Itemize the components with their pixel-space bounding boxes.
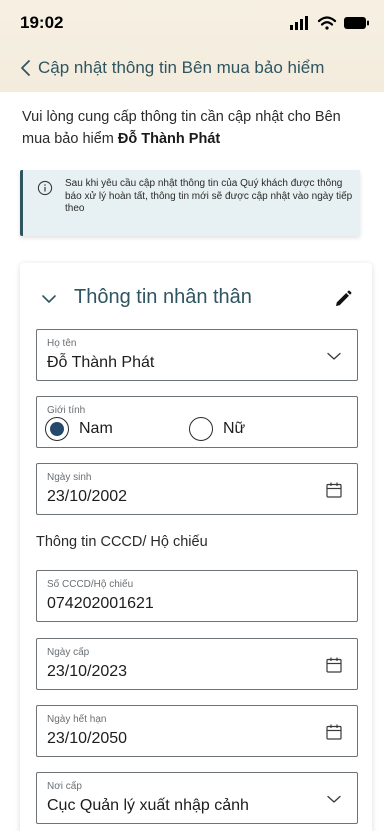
- radio-selected-icon: [45, 417, 69, 441]
- intro-text: Vui lòng cung cấp thông tin cần cập nhật…: [22, 106, 372, 150]
- gender-option-male: Nam: [79, 420, 113, 437]
- content-sheet: Vui lòng cung cấp thông tin cần cập nhật…: [0, 92, 384, 831]
- card-header: Thông tin nhân thân: [20, 283, 372, 315]
- issue-place-label: Nơi cấp: [47, 781, 82, 792]
- issue-place-value: Cục Quản lý xuất nhập cảnh: [47, 797, 249, 814]
- id-section-heading: Thông tin CCCD/ Hộ chiếu: [36, 534, 208, 550]
- notice-text: Sau khi yêu cầu cập nhật thông tin của Q…: [65, 178, 353, 214]
- full-name-label: Họ tên: [47, 338, 77, 349]
- issue-date-field[interactable]: Ngày cấp 23/10/2023: [36, 638, 358, 690]
- notice-box: Sau khi yêu cầu cập nhật thông tin của Q…: [20, 170, 360, 236]
- expiry-date-value: 23/10/2050: [47, 730, 128, 747]
- wifi-icon: [317, 16, 337, 30]
- dob-label: Ngày sinh: [47, 472, 92, 483]
- status-icons: [290, 16, 369, 30]
- gender-field: Giới tính Nam Nữ: [36, 396, 358, 448]
- gender-option-female: Nữ: [223, 420, 246, 437]
- id-number-label: Số CCCD/Hộ chiếu: [47, 579, 134, 590]
- expiry-date-label: Ngày hết hạn: [47, 714, 107, 725]
- expiry-date-field[interactable]: Ngày hết hạn 23/10/2050: [36, 705, 358, 757]
- calendar-icon[interactable]: [325, 481, 343, 499]
- page-title: Cập nhật thông tin Bên mua bảo hiểm: [38, 58, 325, 77]
- section-title: Thông tin nhân thân: [74, 286, 252, 308]
- dob-field[interactable]: Ngày sinh 23/10/2002: [36, 463, 358, 515]
- nav-bar: Cập nhật thông tin Bên mua bảo hiểm: [0, 48, 384, 88]
- full-name-value: Đỗ Thành Phát: [47, 354, 155, 371]
- issue-place-field[interactable]: Nơi cấp Cục Quản lý xuất nhập cảnh: [36, 772, 358, 824]
- issue-date-value: 23/10/2023: [47, 663, 128, 680]
- id-number-field[interactable]: Số CCCD/Hộ chiếu 074202001621: [36, 570, 358, 622]
- customer-name: Đỗ Thành Phát: [117, 131, 221, 147]
- issue-date-label: Ngày cấp: [47, 647, 90, 658]
- status-bar: 19:02: [0, 0, 384, 46]
- status-time: 19:02: [20, 13, 64, 32]
- info-icon: [37, 180, 53, 196]
- gender-radio-group: Nam Nữ: [45, 417, 345, 441]
- radio-unselected-icon: [189, 417, 213, 441]
- pencil-icon[interactable]: [333, 289, 353, 309]
- calendar-icon[interactable]: [325, 656, 343, 674]
- full-name-field[interactable]: Họ tên Đỗ Thành Phát: [36, 329, 358, 381]
- chevron-down-icon: [327, 352, 341, 360]
- chevron-down-icon[interactable]: [40, 290, 58, 308]
- calendar-icon[interactable]: [325, 723, 343, 741]
- gender-label: Giới tính: [47, 405, 86, 416]
- signal-icon: [290, 16, 308, 30]
- battery-icon: [344, 17, 369, 29]
- header-background: 19:02 Cập nhật thông tin Bên mua bảo hiể: [0, 0, 384, 92]
- dob-value: 23/10/2002: [47, 488, 128, 505]
- id-number-value: 074202001621: [47, 595, 154, 612]
- chevron-left-icon[interactable]: [14, 54, 38, 82]
- personal-info-card: Thông tin nhân thân Họ tên Đỗ Thành Phát…: [20, 263, 372, 831]
- chevron-down-icon: [327, 795, 341, 803]
